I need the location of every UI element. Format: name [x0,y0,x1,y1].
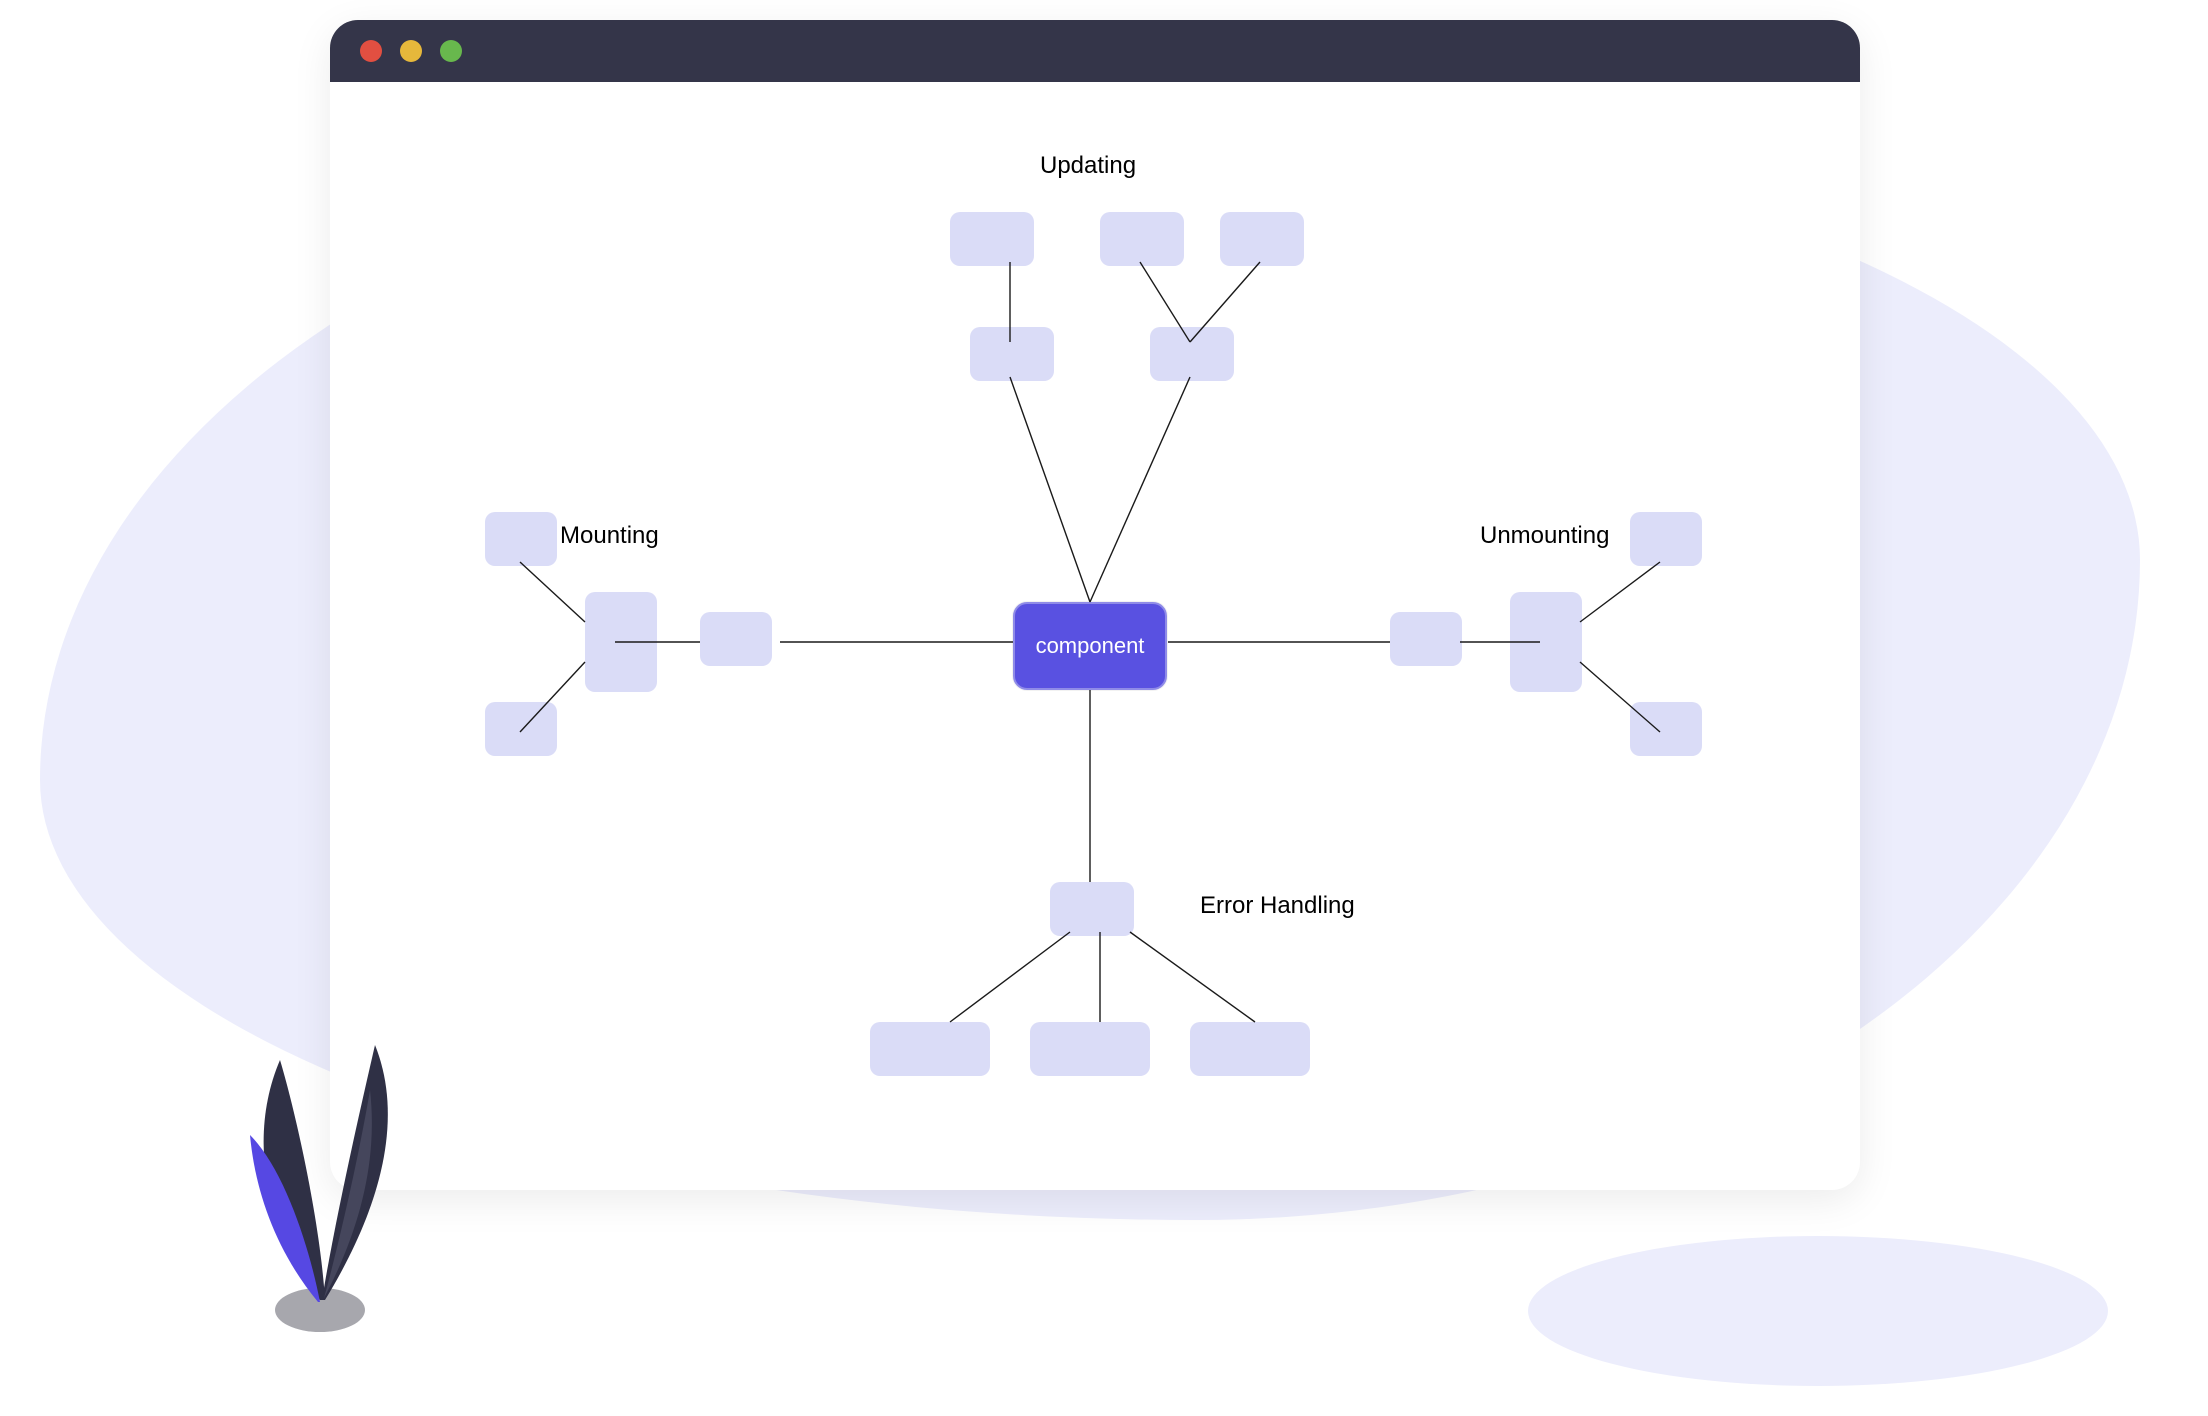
diagram-canvas: Updating Mounting Unmounting Error Handl… [330,82,1860,1190]
minimize-icon[interactable] [400,40,422,62]
browser-window: Updating Mounting Unmounting Error Handl… [330,20,1860,1190]
background-blob-2 [1528,1236,2108,1386]
close-icon[interactable] [360,40,382,62]
zoom-icon[interactable] [440,40,462,62]
window-titlebar [330,20,1860,82]
feather-decoration [200,1020,460,1340]
diagram-edges [330,82,1860,1190]
